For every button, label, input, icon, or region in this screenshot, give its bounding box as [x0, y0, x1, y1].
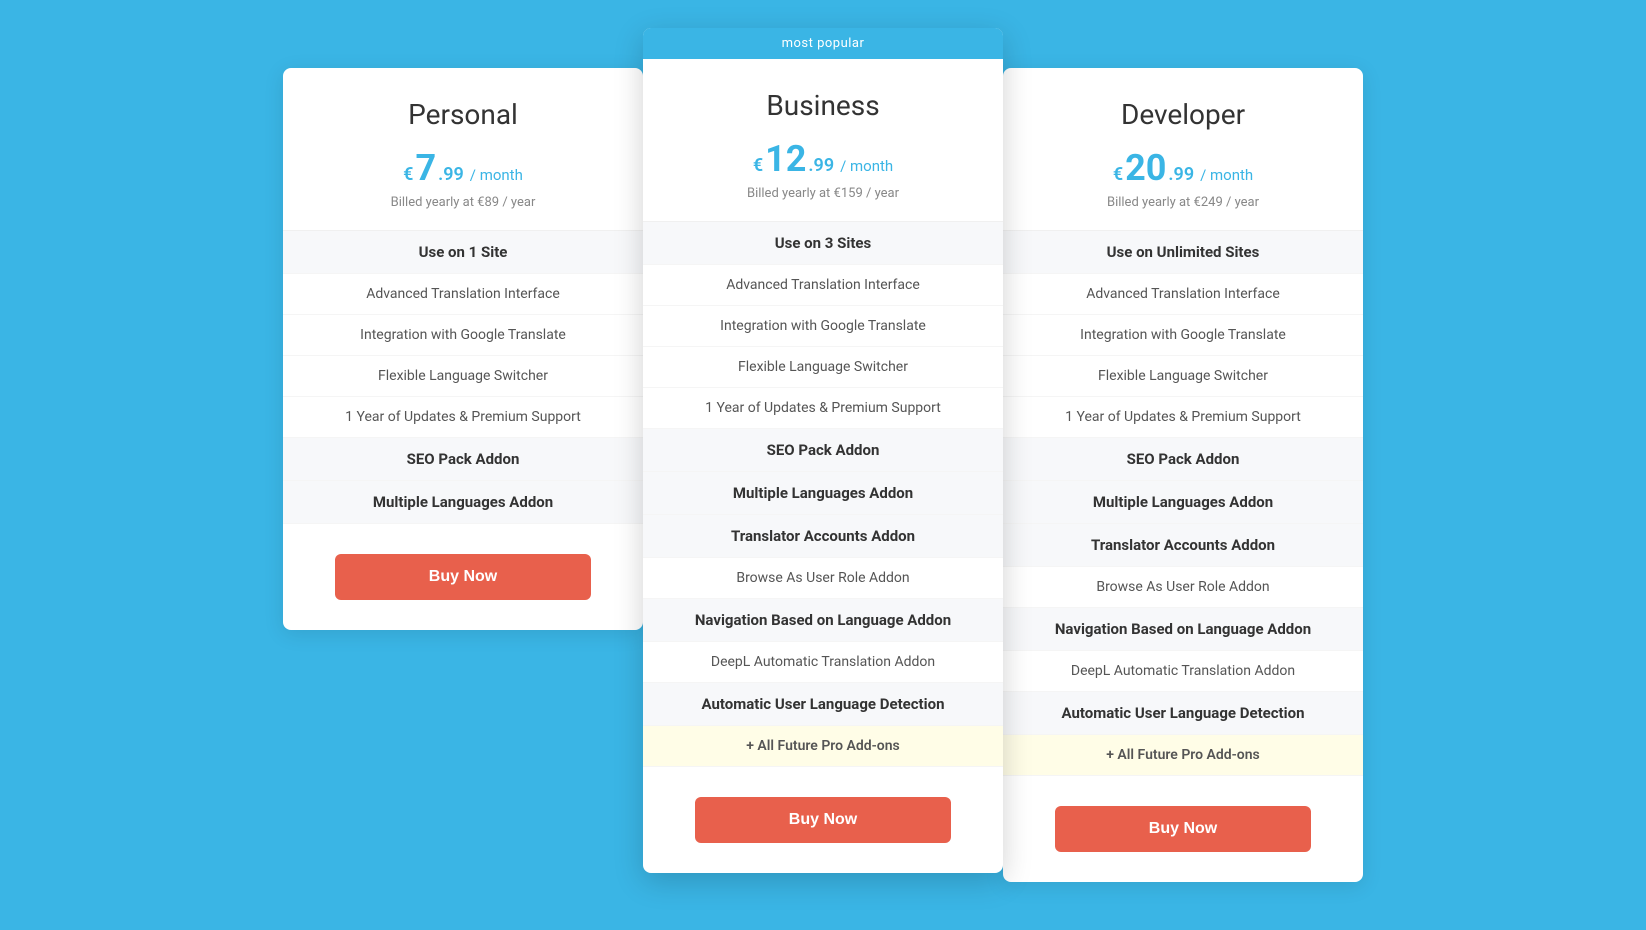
price-main: 20 — [1125, 147, 1166, 189]
feature-item: + All Future Pro Add-ons — [1003, 735, 1363, 776]
feature-item: SEO Pack Addon — [283, 438, 643, 481]
feature-item: + All Future Pro Add-ons — [643, 726, 1003, 767]
price-decimal: .99 — [808, 155, 834, 176]
feature-item: Integration with Google Translate — [1003, 315, 1363, 356]
feature-item: SEO Pack Addon — [1003, 438, 1363, 481]
plan-name-personal: Personal — [303, 98, 623, 131]
feature-item: Browse As User Role Addon — [643, 558, 1003, 599]
plan-header-personal: Personal € 7 .99 / month Billed yearly a… — [283, 68, 643, 231]
price-period: / month — [470, 166, 523, 184]
price-decimal: .99 — [1168, 164, 1194, 185]
plan-price-personal: € 7 .99 / month — [303, 147, 623, 189]
plan-card-business: most popular Business € 12 .99 / month B… — [643, 28, 1003, 873]
plan-features-personal: Use on 1 SiteAdvanced Translation Interf… — [283, 231, 643, 524]
feature-item: Advanced Translation Interface — [283, 274, 643, 315]
buy-button-personal[interactable]: Buy Now — [335, 554, 591, 600]
buy-button-developer[interactable]: Buy Now — [1055, 806, 1311, 852]
feature-item: Integration with Google Translate — [283, 315, 643, 356]
price-main: 7 — [415, 147, 436, 189]
plan-name-business: Business — [663, 89, 983, 122]
price-billed: Billed yearly at €89 / year — [303, 195, 623, 210]
plan-footer-business: Buy Now — [643, 767, 1003, 873]
buy-button-business[interactable]: Buy Now — [695, 797, 951, 843]
price-billed: Billed yearly at €159 / year — [663, 186, 983, 201]
plan-footer-personal: Buy Now — [283, 524, 643, 630]
feature-item: 1 Year of Updates & Premium Support — [1003, 397, 1363, 438]
plan-header-business: Business € 12 .99 / month Billed yearly … — [643, 59, 1003, 222]
pricing-container: Personal € 7 .99 / month Billed yearly a… — [223, 48, 1423, 882]
price-currency: € — [1113, 164, 1123, 185]
feature-item: 1 Year of Updates & Premium Support — [283, 397, 643, 438]
price-decimal: .99 — [438, 164, 464, 185]
feature-item: DeepL Automatic Translation Addon — [1003, 651, 1363, 692]
plan-card-personal: Personal € 7 .99 / month Billed yearly a… — [283, 68, 643, 630]
feature-item: Browse As User Role Addon — [1003, 567, 1363, 608]
feature-item: Use on Unlimited Sites — [1003, 231, 1363, 274]
price-period: / month — [840, 157, 893, 175]
feature-item: Use on 3 Sites — [643, 222, 1003, 265]
feature-item: DeepL Automatic Translation Addon — [643, 642, 1003, 683]
most-popular-banner: most popular — [643, 28, 1003, 59]
plan-name-developer: Developer — [1023, 98, 1343, 131]
price-period: / month — [1200, 166, 1253, 184]
feature-item: Flexible Language Switcher — [643, 347, 1003, 388]
feature-item: Use on 1 Site — [283, 231, 643, 274]
feature-item: Advanced Translation Interface — [1003, 274, 1363, 315]
feature-item: Multiple Languages Addon — [1003, 481, 1363, 524]
plan-features-developer: Use on Unlimited SitesAdvanced Translati… — [1003, 231, 1363, 776]
feature-item: Multiple Languages Addon — [643, 472, 1003, 515]
plan-price-developer: € 20 .99 / month — [1023, 147, 1343, 189]
plan-features-business: Use on 3 SitesAdvanced Translation Inter… — [643, 222, 1003, 767]
feature-item: Translator Accounts Addon — [643, 515, 1003, 558]
feature-item: Multiple Languages Addon — [283, 481, 643, 524]
feature-item: Navigation Based on Language Addon — [643, 599, 1003, 642]
feature-item: Advanced Translation Interface — [643, 265, 1003, 306]
feature-item: Automatic User Language Detection — [643, 683, 1003, 726]
feature-item: Integration with Google Translate — [643, 306, 1003, 347]
price-currency: € — [403, 164, 413, 185]
price-currency: € — [753, 155, 763, 176]
feature-item: Automatic User Language Detection — [1003, 692, 1363, 735]
plan-price-business: € 12 .99 / month — [663, 138, 983, 180]
feature-item: Navigation Based on Language Addon — [1003, 608, 1363, 651]
feature-item: Translator Accounts Addon — [1003, 524, 1363, 567]
plan-card-developer: Developer € 20 .99 / month Billed yearly… — [1003, 68, 1363, 882]
feature-item: Flexible Language Switcher — [1003, 356, 1363, 397]
price-billed: Billed yearly at €249 / year — [1023, 195, 1343, 210]
plan-footer-developer: Buy Now — [1003, 776, 1363, 882]
feature-item: 1 Year of Updates & Premium Support — [643, 388, 1003, 429]
plan-header-developer: Developer € 20 .99 / month Billed yearly… — [1003, 68, 1363, 231]
feature-item: Flexible Language Switcher — [283, 356, 643, 397]
price-main: 12 — [765, 138, 806, 180]
feature-item: SEO Pack Addon — [643, 429, 1003, 472]
